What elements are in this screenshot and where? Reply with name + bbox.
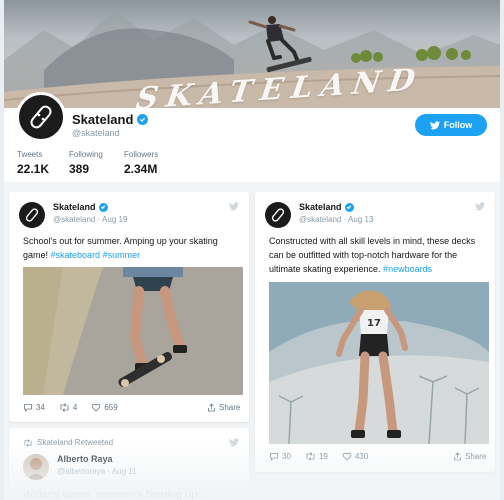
- skateboard-logo-icon: [271, 208, 285, 222]
- tweet-text: School's out for summer. Amping up your …: [23, 234, 239, 262]
- tweet-card[interactable]: Skateland @skateland · Aug 13 Constructe…: [255, 192, 495, 472]
- follow-button[interactable]: Follow: [415, 114, 487, 136]
- avatar[interactable]: [23, 454, 49, 480]
- tweet-handle: @albertoraya: [57, 467, 106, 476]
- avatar[interactable]: [265, 202, 291, 228]
- skateboard-logo-icon: [30, 105, 52, 129]
- retweet-icon: [60, 403, 69, 412]
- stat-label: Followers: [124, 150, 159, 159]
- skater-girl-photo: 17: [269, 282, 489, 444]
- reply-count: 34: [36, 403, 45, 412]
- retweet-count: 19: [318, 452, 328, 461]
- share-label: Share: [219, 403, 241, 412]
- skater-legs-photo: [23, 267, 243, 395]
- reply-button[interactable]: 30: [269, 452, 291, 461]
- heart-icon: [342, 452, 352, 461]
- tweet-photo[interactable]: [23, 267, 243, 395]
- retweet-icon: [24, 438, 32, 447]
- stat-value: 389: [69, 162, 90, 176]
- twitter-bird-icon[interactable]: [229, 202, 239, 211]
- like-button[interactable]: 659: [91, 403, 118, 412]
- share-button[interactable]: Share: [453, 452, 486, 461]
- author-name-text: Skateland: [53, 202, 96, 212]
- reply-icon: [24, 404, 32, 412]
- retweet-icon: [306, 452, 315, 461]
- tweet-actions: 34 4 659: [23, 403, 132, 412]
- tweet-meta: @skateland · Aug 19: [53, 215, 128, 224]
- share-icon: [208, 403, 215, 412]
- tweet-card[interactable]: Skateland @skateland · Aug 19 School's o…: [9, 192, 249, 422]
- tweet-handle: @skateland: [299, 215, 342, 224]
- reply-count: 30: [282, 452, 291, 461]
- avatar[interactable]: [16, 92, 66, 142]
- person-photo: [23, 454, 49, 480]
- tweet-text: Constructed with all skill levels in min…: [269, 234, 485, 276]
- heart-icon: [92, 403, 101, 412]
- tweet-author-name[interactable]: Skateland: [53, 202, 127, 212]
- verified-icon: [137, 114, 149, 125]
- retweet-count: 4: [72, 403, 78, 412]
- stat-following[interactable]: Following 389: [69, 150, 103, 176]
- retweeted-label: Skateland Retweeted: [37, 438, 114, 447]
- tweet-date[interactable]: Aug 19: [102, 215, 127, 224]
- avatar[interactable]: [19, 202, 45, 228]
- verified-icon: [344, 202, 354, 212]
- hashtag-link[interactable]: #summer: [103, 250, 141, 260]
- tweet-actions: 30 19 430: [269, 452, 382, 461]
- share-icon: [454, 452, 461, 461]
- profile-name-text: Skateland: [72, 112, 134, 127]
- tweet-handle: @skateland: [53, 215, 96, 224]
- tweet-meta: @albertoraya · Aug 11: [57, 467, 137, 476]
- tweet-text: Water's warm, summer's heating up...: [23, 489, 207, 500]
- reply-icon: [270, 453, 278, 461]
- like-count: 430: [354, 452, 369, 461]
- profile-banner: SKATELAND: [4, 0, 500, 108]
- tweet-author-name[interactable]: Skateland: [299, 202, 373, 212]
- tweet-date[interactable]: Aug 13: [348, 215, 373, 224]
- stat-followers[interactable]: Followers 2.34M: [124, 150, 158, 176]
- tweet-author-name[interactable]: Alberto Raya: [57, 454, 137, 464]
- stat-label: Tweets: [17, 150, 43, 159]
- retweet-button[interactable]: 4: [59, 403, 77, 412]
- like-button[interactable]: 430: [342, 452, 368, 461]
- share-button[interactable]: Share: [207, 403, 240, 412]
- twitter-bird-icon[interactable]: [475, 202, 485, 211]
- verified-icon: [98, 202, 108, 212]
- twitter-bird-icon: [429, 120, 440, 129]
- svg-text:17: 17: [367, 318, 381, 329]
- retweet-button[interactable]: 19: [305, 452, 328, 461]
- profile-name[interactable]: Skateland: [72, 112, 149, 127]
- reply-button[interactable]: 34: [23, 403, 45, 412]
- follow-button-label: Follow: [443, 120, 473, 130]
- tweet-card[interactable]: Skateland Retweeted Alberto Raya @albert…: [9, 428, 249, 500]
- stat-tweets[interactable]: Tweets 22.1K: [17, 150, 49, 176]
- stat-value: 2.34M: [124, 162, 158, 176]
- author-name-text: Skateland: [299, 202, 342, 212]
- skateboard-logo-icon: [25, 208, 39, 222]
- hashtag-link[interactable]: #skateboard: [51, 250, 101, 260]
- profile-handle: @skateland: [72, 128, 120, 138]
- tweet-date[interactable]: Aug 11: [112, 467, 137, 476]
- tweet-photo[interactable]: 17: [269, 282, 489, 444]
- twitter-bird-icon[interactable]: [229, 438, 239, 447]
- hashtag-link[interactable]: #newboards: [383, 264, 432, 274]
- tweet-header: Alberto Raya @albertoraya · Aug 11: [23, 454, 137, 480]
- profile-header: Skateland @skateland Follow Tweets 22.1K…: [4, 92, 500, 182]
- tweet-body: Constructed with all skill levels in min…: [269, 236, 476, 274]
- stat-value: 22.1K: [17, 162, 50, 176]
- stat-label: Following: [69, 150, 103, 159]
- twitter-timeline-widget: SKATELAND Skateland @skateland Follow Tw…: [4, 0, 500, 500]
- retweeted-indicator: Skateland Retweeted: [23, 438, 113, 447]
- tweet-meta: @skateland · Aug 13: [299, 215, 374, 224]
- share-label: Share: [465, 452, 487, 461]
- like-count: 659: [104, 403, 118, 412]
